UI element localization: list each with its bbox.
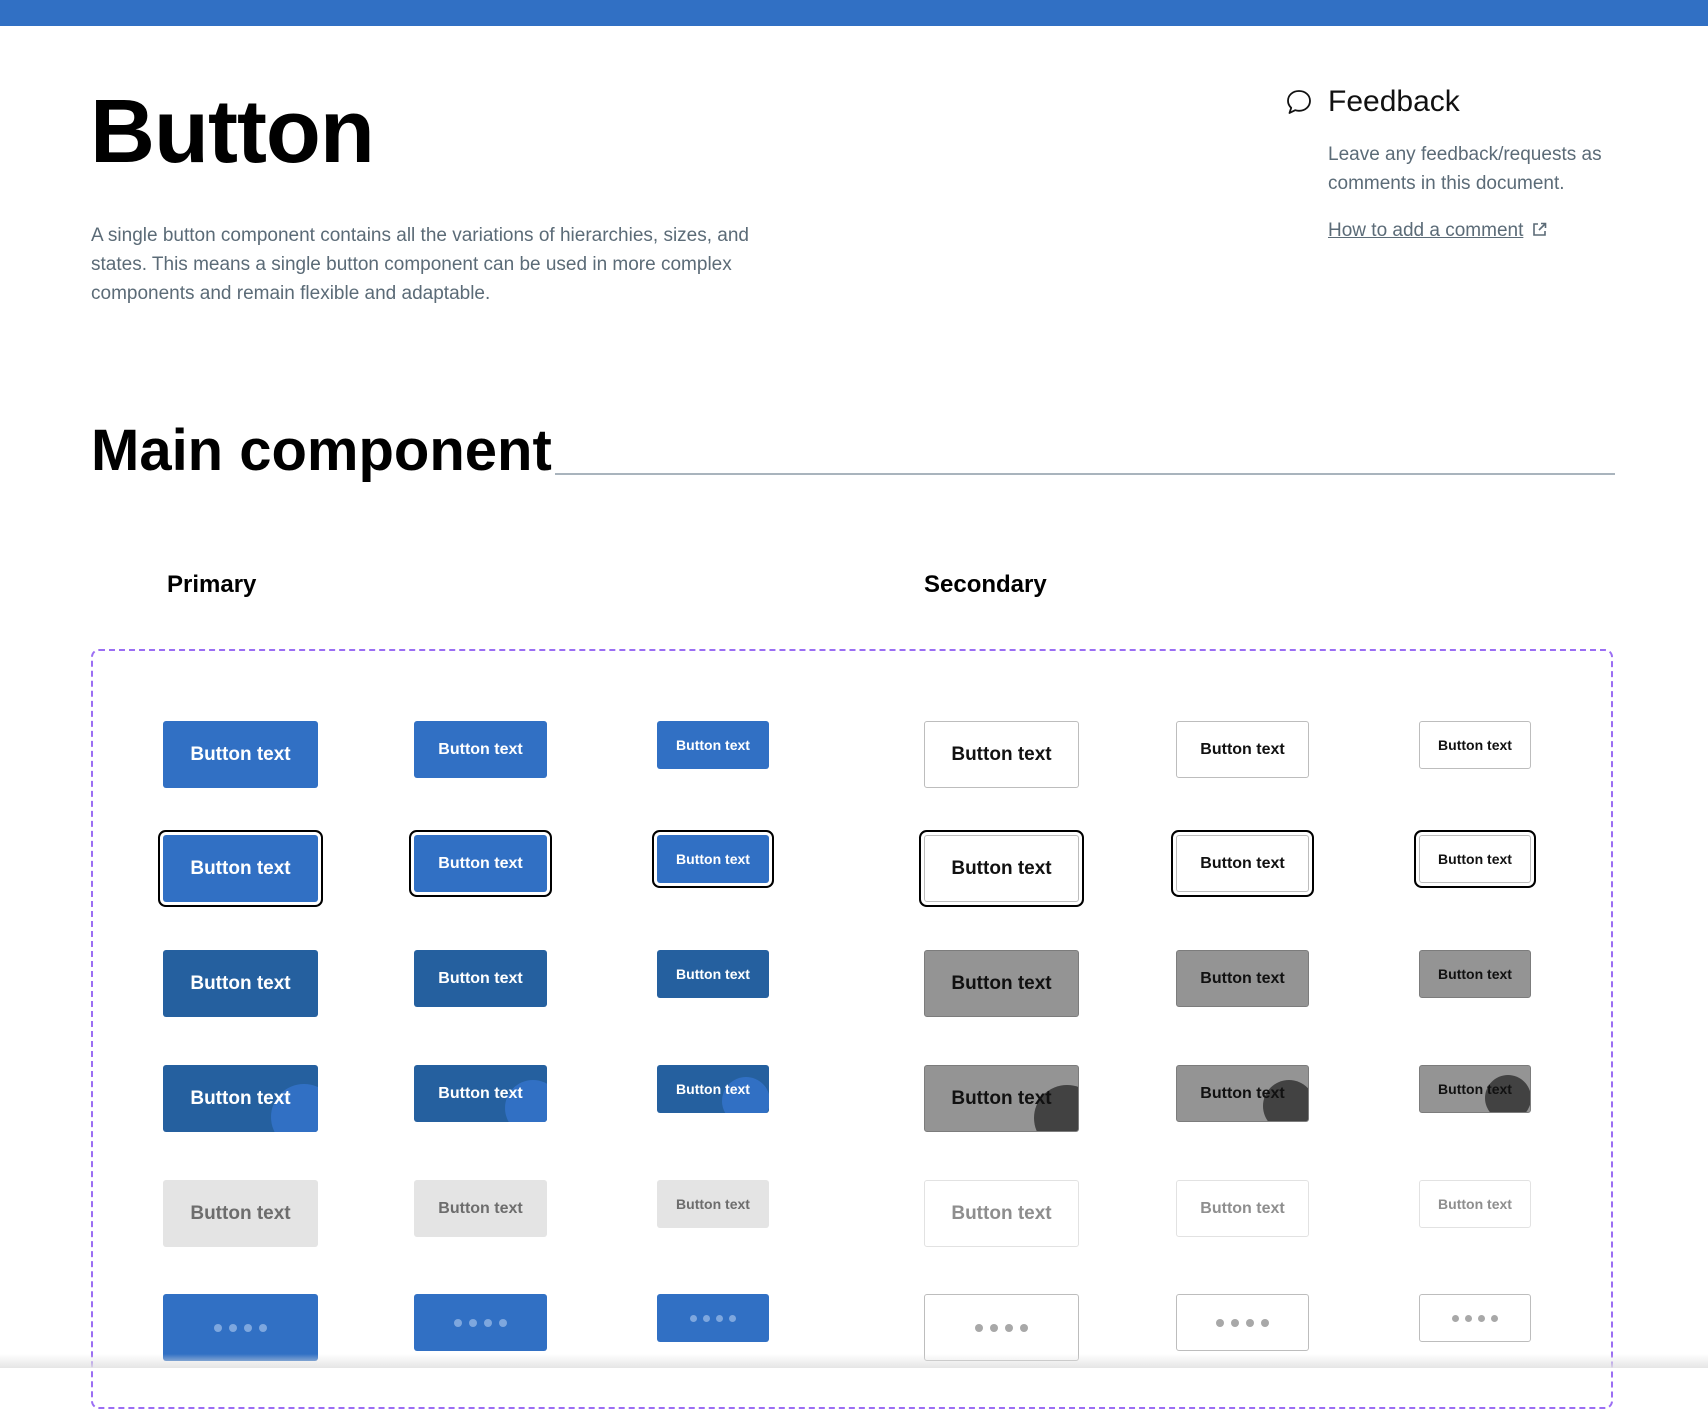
feedback-text: Leave any feedback/requests as comments … (1328, 144, 1602, 194)
primary-small-focused-button[interactable]: Button text (657, 835, 769, 883)
primary-large-pressed-button[interactable]: Button text (163, 1065, 318, 1132)
button-label: Button text (951, 972, 1052, 994)
button-label: Button text (1438, 966, 1512, 982)
primary-large-hover-button[interactable]: Button text (163, 950, 318, 1017)
primary-small-pressed-button[interactable]: Button text (657, 1065, 769, 1113)
section-divider (555, 473, 1615, 475)
button-label: Button text (951, 1087, 1052, 1109)
button-label: Button text (190, 972, 291, 994)
button-label: Button text (1200, 740, 1285, 758)
secondary-medium-focused-button[interactable]: Button text (1176, 835, 1309, 892)
loading-dots-icon (1452, 1314, 1498, 1322)
button-label: Button text (951, 1202, 1052, 1224)
page-title: Button (90, 82, 375, 182)
primary-medium-hover-button[interactable]: Button text (414, 950, 547, 1007)
primary-small-hover-button[interactable]: Button text (657, 950, 769, 998)
button-label: Button text (1200, 854, 1285, 872)
page-description: A single button component contains all t… (91, 225, 749, 304)
button-label: Button text (1200, 1199, 1285, 1217)
primary-medium-focused-button[interactable]: Button text (414, 835, 547, 892)
secondary-large-pressed-button[interactable]: Button text (924, 1065, 1079, 1132)
button-label: Button text (676, 737, 750, 753)
primary-medium-loading-button (414, 1294, 547, 1351)
secondary-large-focused-button[interactable]: Button text (924, 835, 1079, 902)
primary-large-disabled-button: Button text (163, 1180, 318, 1247)
loading-dots-icon (454, 1318, 507, 1327)
primary-small-disabled-button: Button text (657, 1180, 769, 1228)
top-accent-bar (0, 0, 1708, 26)
button-label: Button text (676, 1081, 750, 1097)
button-label: Button text (1200, 969, 1285, 987)
secondary-medium-pressed-button[interactable]: Button text (1176, 1065, 1309, 1122)
button-label: Button text (1200, 1084, 1285, 1102)
button-label: Button text (438, 1084, 523, 1102)
button-label: Button text (190, 1202, 291, 1224)
secondary-small-default-button[interactable]: Button text (1419, 721, 1531, 769)
secondary-medium-loading-button (1176, 1294, 1309, 1351)
primary-small-loading-button (657, 1294, 769, 1342)
button-label: Button text (1438, 1196, 1512, 1212)
primary-medium-pressed-button[interactable]: Button text (414, 1065, 547, 1122)
secondary-small-focused-button[interactable]: Button text (1419, 835, 1531, 883)
secondary-large-disabled-button: Button text (924, 1180, 1079, 1247)
button-label: Button text (1438, 737, 1512, 753)
bottom-edge-shadow (0, 1354, 1708, 1368)
secondary-column-label: Secondary (924, 571, 1047, 598)
section-title: Main component (91, 418, 552, 483)
primary-medium-default-button[interactable]: Button text (414, 721, 547, 778)
button-label: Button text (438, 854, 523, 872)
how-to-comment-link-label[interactable]: How to add a comment (1328, 220, 1523, 241)
button-label: Button text (438, 969, 523, 987)
secondary-large-default-button[interactable]: Button text (924, 721, 1079, 788)
button-label: Button text (190, 857, 291, 879)
secondary-medium-disabled-button: Button text (1176, 1180, 1309, 1237)
button-label: Button text (438, 740, 523, 758)
loading-dots-icon (975, 1323, 1028, 1332)
external-link-icon (1533, 222, 1547, 236)
button-label: Button text (676, 1196, 750, 1212)
button-label: Button text (190, 1087, 291, 1109)
button-label: Button text (951, 857, 1052, 879)
primary-large-loading-button (163, 1294, 318, 1361)
button-label: Button text (438, 1199, 523, 1217)
secondary-large-hover-button[interactable]: Button text (924, 950, 1079, 1017)
secondary-small-disabled-button: Button text (1419, 1180, 1531, 1228)
secondary-small-hover-button[interactable]: Button text (1419, 950, 1531, 998)
loading-dots-icon (214, 1323, 267, 1332)
feedback-title: Feedback (1328, 85, 1460, 118)
button-label: Button text (676, 851, 750, 867)
secondary-medium-hover-button[interactable]: Button text (1176, 950, 1309, 1007)
primary-column-label: Primary (167, 571, 257, 598)
primary-large-focused-button[interactable]: Button text (163, 835, 318, 902)
button-label: Button text (951, 743, 1052, 765)
secondary-small-loading-button (1419, 1294, 1531, 1342)
button-label: Button text (1438, 1081, 1512, 1097)
loading-dots-icon (1216, 1318, 1269, 1327)
secondary-medium-default-button[interactable]: Button text (1176, 721, 1309, 778)
how-to-comment-link[interactable]: How to add a comment (1328, 218, 1548, 244)
primary-large-default-button[interactable]: Button text (163, 721, 318, 788)
secondary-small-pressed-button[interactable]: Button text (1419, 1065, 1531, 1113)
button-label: Button text (1438, 851, 1512, 867)
button-label: Button text (190, 743, 291, 765)
component-frame (91, 649, 1613, 1409)
primary-medium-disabled-button: Button text (414, 1180, 547, 1237)
loading-dots-icon (690, 1314, 736, 1322)
primary-small-default-button[interactable]: Button text (657, 721, 769, 769)
speech-bubble-icon (1287, 90, 1311, 114)
secondary-large-loading-button (924, 1294, 1079, 1361)
button-label: Button text (676, 966, 750, 982)
